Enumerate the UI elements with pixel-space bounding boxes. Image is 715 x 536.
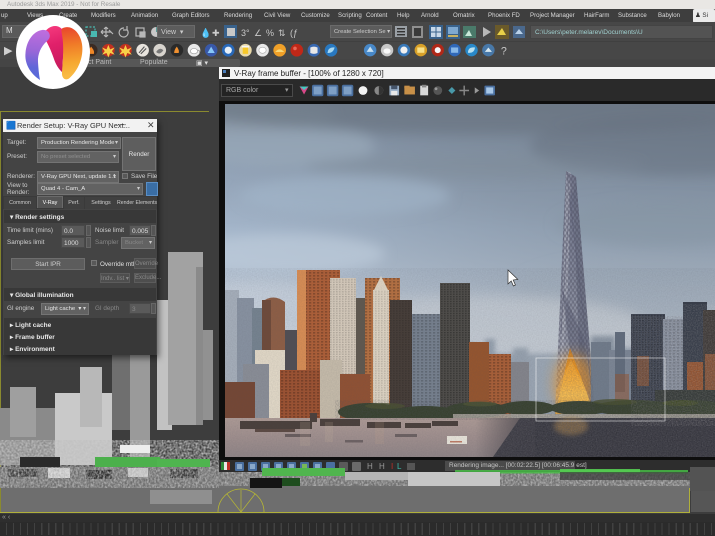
svg-text:∠: ∠ — [254, 28, 262, 38]
svg-text:(ƒ: (ƒ — [290, 28, 298, 38]
svg-text:?: ? — [501, 46, 507, 58]
svg-text:✚: ✚ — [212, 28, 220, 38]
svg-text:💧: 💧 — [200, 27, 211, 38]
svg-text:⇅: ⇅ — [278, 28, 286, 38]
svg-text:3°: 3° — [241, 28, 250, 38]
svg-text:%: % — [266, 28, 274, 38]
